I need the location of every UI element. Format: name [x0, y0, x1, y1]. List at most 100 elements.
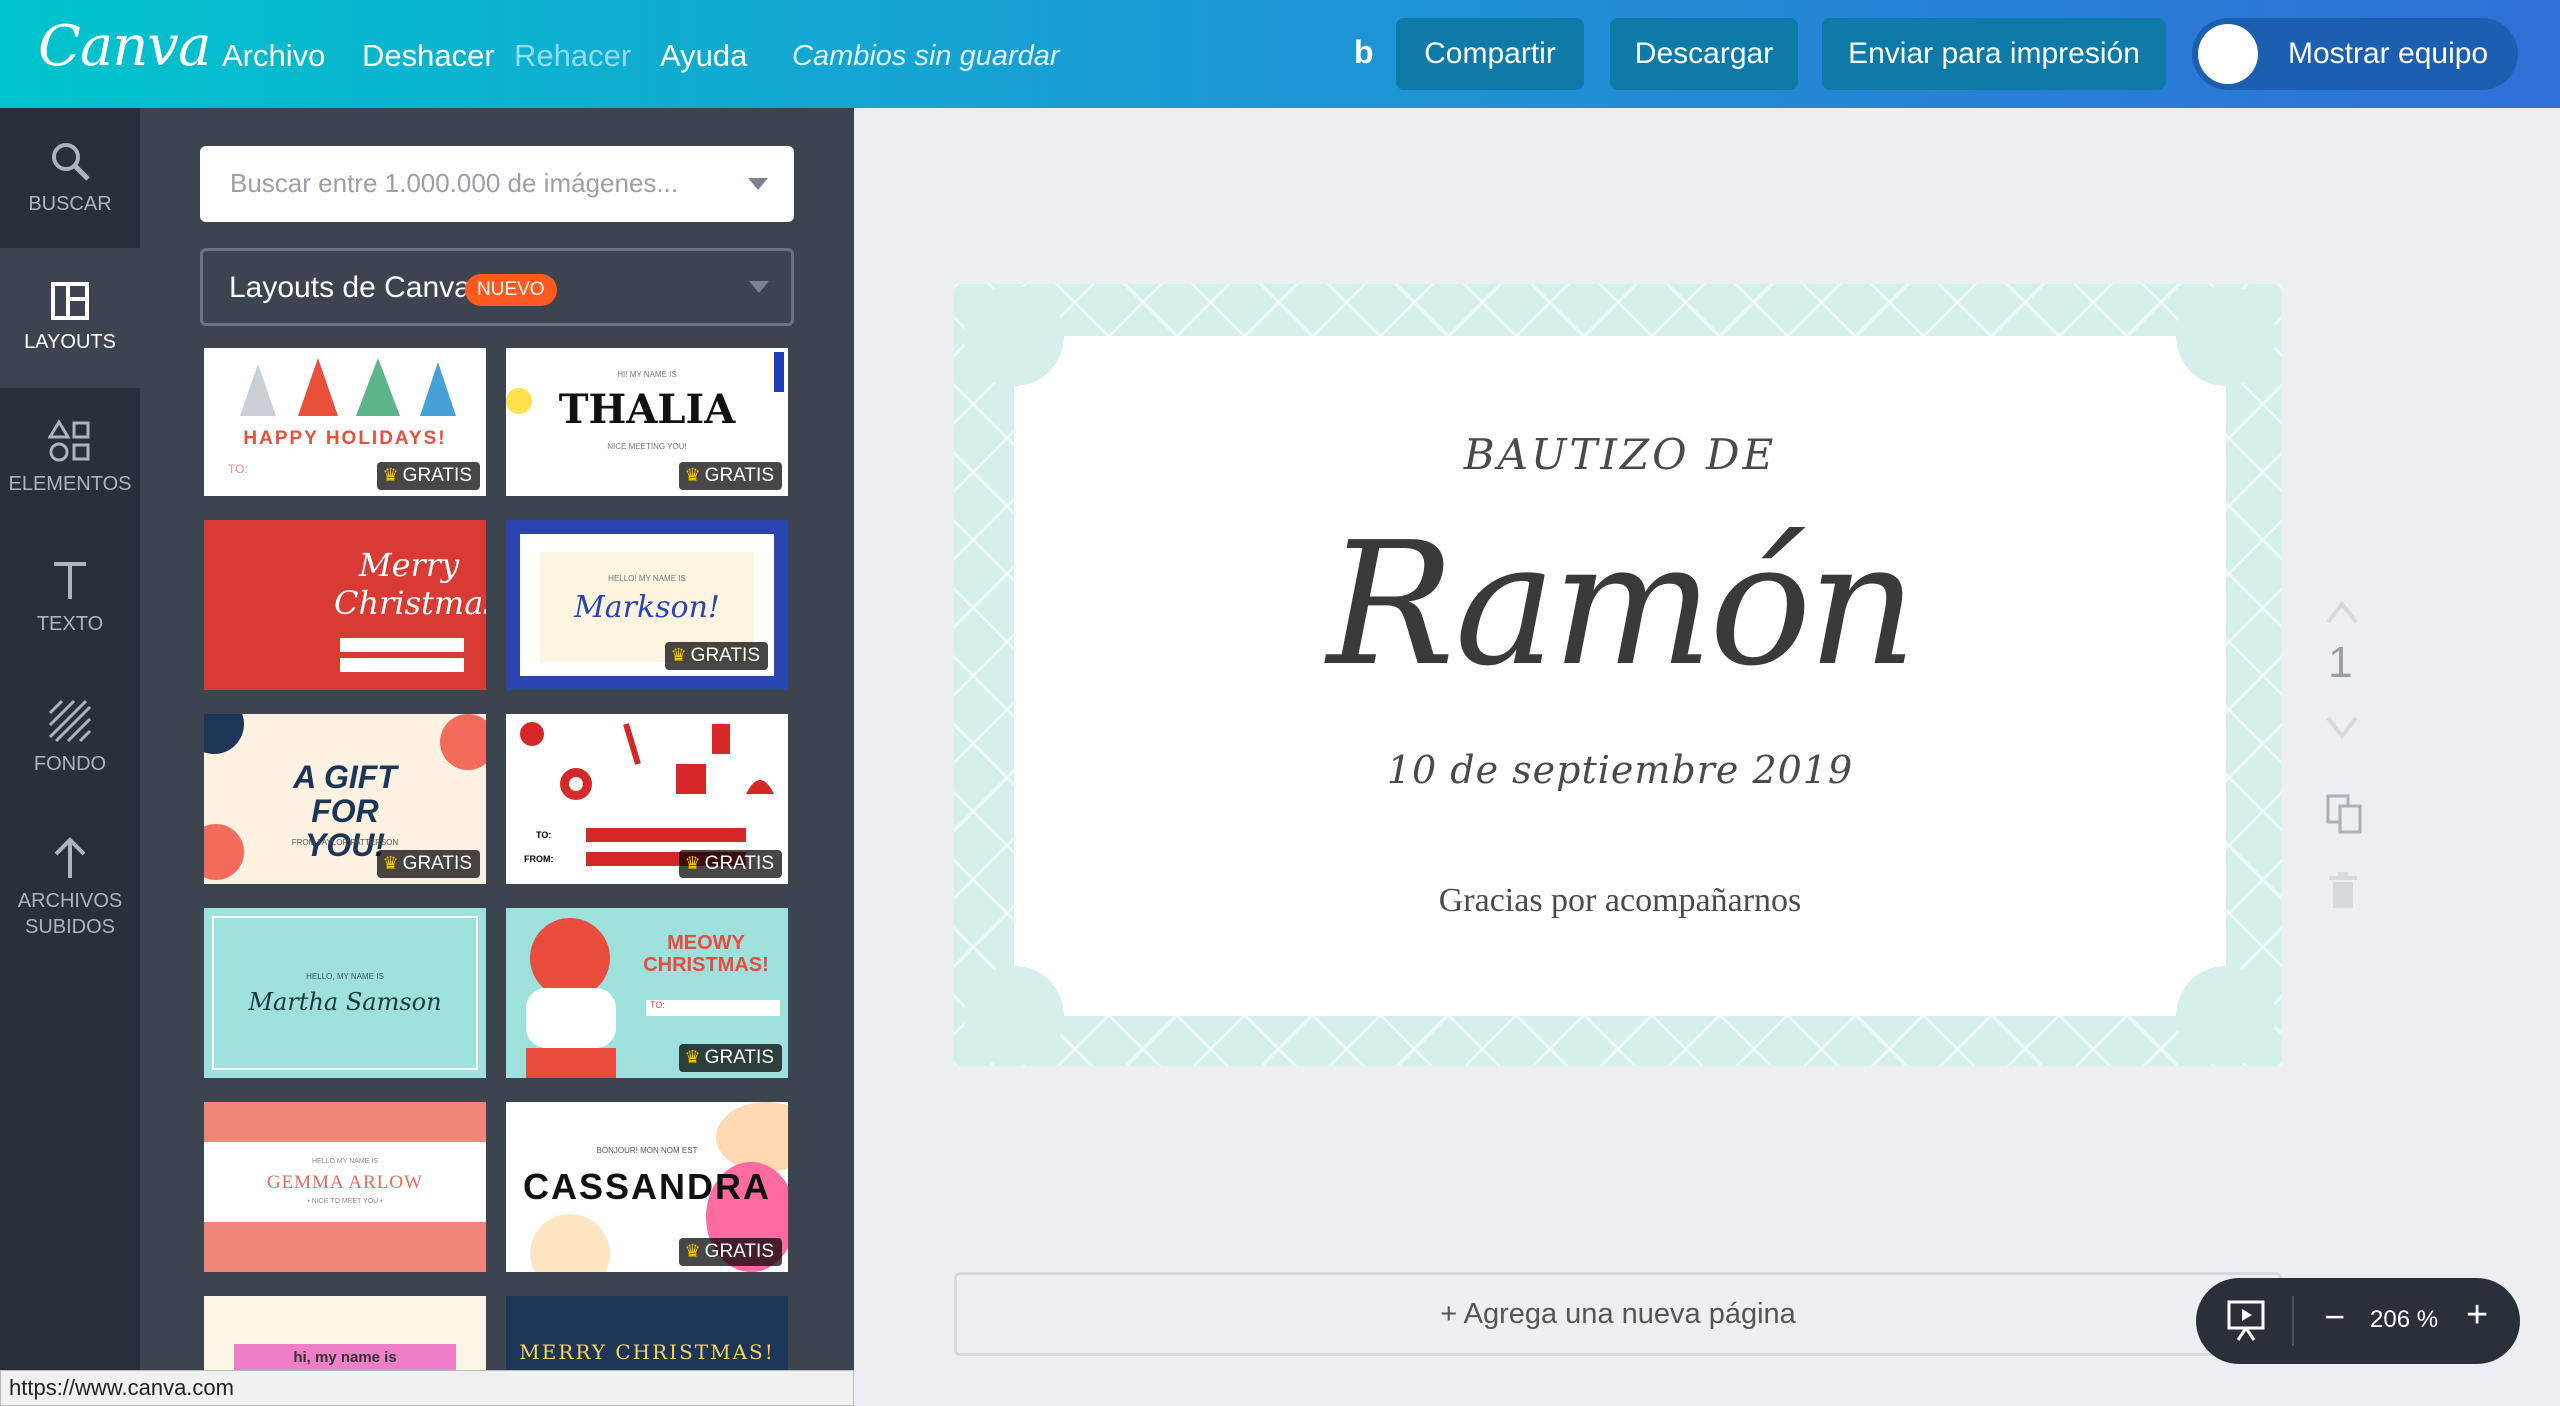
layouts-dropdown-label: Layouts de Canva — [229, 271, 471, 304]
layout-thumb-martha[interactable]: HELLO, MY NAME IS Martha Samson — [204, 908, 486, 1078]
layout-thumb-happy-holidays[interactable]: HAPPY HOLIDAYS! TO: ♛ GRATIS — [204, 348, 486, 496]
canva-logo[interactable]: Canva — [38, 14, 211, 79]
rail-label-search: BUSCAR — [28, 193, 112, 215]
show-team-label: Mostrar equipo — [2288, 37, 2489, 70]
layout-thumb-a-gift[interactable]: A GIFT FOR YOU! FROM TAYLOR PATTERSON ♛ G… — [204, 714, 486, 884]
layout-thumb-merry-christmas[interactable]: Merry Christmas! — [204, 520, 486, 690]
free-badge: ♛ GRATIS — [376, 462, 480, 490]
free-badge: ♛ GRATIS — [664, 642, 768, 670]
move-down-icon[interactable] — [2324, 712, 2360, 742]
layout-thumb-candy[interactable]: TO: FROM: ♛ GRATIS — [506, 714, 788, 884]
duplicate-page-icon[interactable] — [2324, 792, 2364, 834]
menu-redo[interactable]: Rehacer — [514, 38, 631, 74]
share-button[interactable]: Compartir — [1396, 18, 1584, 90]
free-label: GRATIS — [690, 645, 760, 666]
decoration — [526, 1048, 616, 1078]
layouts-icon — [51, 282, 89, 320]
thumb-text: MERRY CHRISTMAS! — [519, 1340, 775, 1364]
rail-label-elements: ELEMENTOS — [8, 473, 132, 495]
zoom-out-button[interactable]: − — [2324, 1296, 2345, 1338]
free-badge: ♛ GRATIS — [376, 850, 480, 878]
layouts-panel: Buscar entre 1.000.000 de imágenes... La… — [140, 108, 854, 1406]
rail-item-layouts[interactable]: LAYOUTS — [0, 248, 140, 388]
thumb-sub: TO: — [646, 1000, 780, 1016]
ornament-icon — [520, 722, 774, 800]
avatar — [2198, 24, 2258, 84]
elements-icon — [48, 419, 90, 462]
rail-item-uploads[interactable]: ARCHIVOS SUBIDOS — [0, 808, 140, 968]
b-icon[interactable]: b — [1354, 34, 1374, 71]
image-search-input[interactable]: Buscar entre 1.000.000 de imágenes... — [200, 146, 794, 222]
thumb-text: GEMMA ARLOW — [266, 1172, 424, 1193]
divider — [2292, 1296, 2294, 1346]
rail-item-elements[interactable]: ELEMENTOS — [0, 388, 140, 528]
top-bar: Canva Archivo Deshacer Rehacer Ayuda Cam… — [0, 0, 2560, 108]
menu-help[interactable]: Ayuda — [660, 38, 747, 74]
card-eyebrow[interactable]: BAUTIZO DE — [1014, 430, 2226, 479]
menu-undo[interactable]: Deshacer — [362, 38, 495, 74]
card-name[interactable]: Ramón — [1014, 506, 2226, 704]
zoom-in-button[interactable]: + — [2466, 1294, 2488, 1337]
free-badge: ♛ GRATIS — [678, 1238, 782, 1266]
free-badge: ♛ GRATIS — [678, 850, 782, 878]
free-badge: ♛ GRATIS — [678, 1044, 782, 1072]
zoom-bar: − 206 % + — [2196, 1278, 2520, 1364]
chevron-down-icon — [749, 281, 769, 293]
layout-thumb-gemma[interactable]: HELLO MY NAME IS GEMMA ARLOW • NICE TO M… — [204, 1102, 486, 1272]
rail-item-search[interactable]: BUSCAR — [0, 108, 140, 248]
thumb-sub-top: BONJOUR! MON NOM EST — [596, 1146, 698, 1155]
new-badge: NUEVO — [465, 274, 557, 306]
rail-label-uploads-1: ARCHIVOS — [17, 890, 123, 912]
status-bar-url: https://www.canva.com — [0, 1370, 854, 1406]
thumb-sub: NICE MEETING YOU! — [607, 442, 687, 451]
print-button[interactable]: Enviar para impresión — [1822, 18, 2166, 90]
design-page[interactable]: BAUTIZO DE Ramón 10 de septiembre 2019 G… — [954, 284, 2282, 1066]
decoration — [2176, 286, 2276, 386]
thumb-text: Martha Samson — [248, 988, 442, 1016]
thumb-text: Markson! — [574, 590, 720, 625]
upload-icon — [54, 837, 86, 878]
card-date[interactable]: 10 de septiembre 2019 — [1014, 748, 2226, 792]
thumb-text: THALIA — [558, 386, 736, 433]
rail-label-background: FONDO — [33, 753, 107, 775]
search-placeholder: Buscar entre 1.000.000 de imágenes... — [230, 168, 679, 198]
present-icon[interactable] — [2226, 1298, 2266, 1342]
menu-file[interactable]: Archivo — [222, 38, 325, 74]
free-label: GRATIS — [704, 465, 774, 486]
card-thanks[interactable]: Gracias por acompañarnos — [1014, 882, 2226, 920]
decoration — [204, 714, 244, 754]
decoration — [526, 988, 616, 1048]
layouts-dropdown[interactable]: Layouts de Canva NUEVO — [200, 248, 794, 326]
thumb-text: MEOWY CHRISTMAS! — [643, 932, 769, 976]
thumb-sub-top: HI! MY NAME IS — [617, 370, 677, 379]
decoration — [964, 966, 1064, 1066]
layout-thumb-thalia[interactable]: HI! MY NAME IS THALIA NICE MEETING YOU! … — [506, 348, 788, 496]
thumb-text: CASSANDRA — [522, 1166, 771, 1207]
free-label: GRATIS — [704, 853, 774, 874]
decoration — [964, 286, 1064, 386]
download-button[interactable]: Descargar — [1610, 18, 1798, 90]
decoration — [586, 828, 746, 842]
thumb-sub: • NICE TO MEET YOU • — [307, 1198, 383, 1205]
add-page-button[interactable]: + Agrega una nueva página — [954, 1272, 2282, 1356]
layout-thumb-markson[interactable]: HELLO! MY NAME IS Markson! ♛ GRATIS — [506, 520, 788, 690]
rail-item-text[interactable]: TEXTO — [0, 528, 140, 668]
card-inner: BAUTIZO DE Ramón 10 de septiembre 2019 G… — [964, 286, 2276, 1066]
rail-item-background[interactable]: FONDO — [0, 668, 140, 808]
text-icon — [54, 562, 86, 599]
zoom-level[interactable]: 206 % — [2370, 1306, 2438, 1334]
chevron-down-icon[interactable] — [748, 178, 768, 190]
free-label: GRATIS — [704, 1047, 774, 1068]
thumb-sub-top: HELLO! MY NAME IS — [608, 574, 686, 583]
thumb-sub: FROM TAYLOR PATTERSON — [291, 838, 399, 847]
thumb-sub-top: HELLO MY NAME IS — [311, 1158, 378, 1165]
decoration — [340, 658, 464, 672]
show-team-button[interactable]: Mostrar equipo — [2192, 18, 2518, 90]
move-up-icon[interactable] — [2324, 596, 2360, 626]
rail-label-text: TEXTO — [36, 613, 104, 635]
free-label: GRATIS — [402, 853, 472, 874]
thumb-text: Merry Christmas! — [334, 546, 486, 622]
delete-page-icon[interactable] — [2326, 872, 2360, 910]
layout-thumb-meowy[interactable]: MEOWY CHRISTMAS! TO: ♛ GRATIS — [506, 908, 788, 1078]
layout-thumb-cassandra[interactable]: BONJOUR! MON NOM EST CASSANDRA ♛ GRATIS — [506, 1102, 788, 1272]
